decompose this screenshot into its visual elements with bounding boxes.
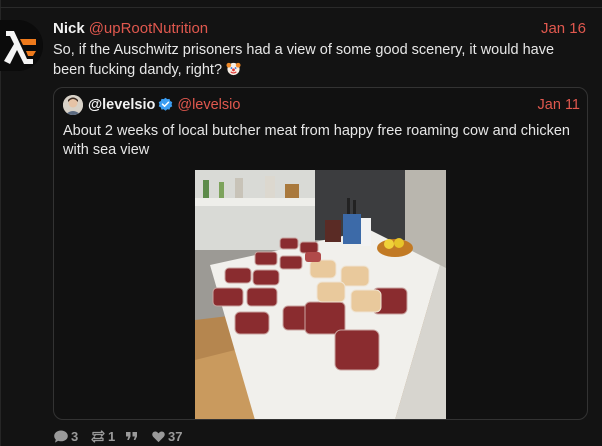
quoted-post-date[interactable]: Jan 11 — [538, 95, 580, 115]
post-date[interactable]: Jan 16 — [541, 19, 586, 39]
like-button[interactable]: 37 — [151, 428, 182, 446]
quote-button[interactable] — [125, 428, 139, 446]
author-handle[interactable]: @upRootNutrition — [89, 20, 208, 37]
reply-bubble-icon — [54, 430, 68, 443]
repost-icon — [91, 430, 105, 443]
quoted-author-avatar[interactable] — [63, 95, 83, 115]
like-count: 37 — [168, 429, 183, 444]
clown-face-icon — [226, 62, 241, 76]
verified-badge-icon — [159, 97, 173, 111]
repost-count: 1 — [108, 429, 116, 444]
author-name[interactable]: Nick — [53, 20, 85, 37]
repost-button[interactable]: 1 — [90, 428, 115, 446]
post-header: Nick @upRootNutrition Jan 16 — [53, 19, 588, 39]
reply-count: 3 — [71, 429, 79, 444]
heart-icon — [152, 431, 165, 443]
lambda-logo-icon — [0, 20, 43, 71]
reply-button[interactable]: 3 — [53, 428, 78, 446]
quoted-author-handle[interactable]: @levelsio — [177, 97, 240, 113]
quoted-author-name[interactable]: @levelsio — [88, 97, 155, 113]
quote-icon — [126, 432, 137, 440]
photo-illustration — [195, 170, 446, 419]
post-text: So, if the Auschwitz prisoners had a vie… — [53, 40, 588, 80]
quoted-post-header: @levelsio @levelsio Jan 11 — [88, 95, 580, 115]
quoted-post-card[interactable]: @levelsio @levelsio Jan 11 About 2 weeks… — [53, 87, 588, 420]
meat-on-kitchen-counter-photo[interactable] — [195, 170, 446, 419]
person-avatar-icon — [63, 95, 83, 115]
author-avatar[interactable] — [0, 20, 43, 71]
post-body: So, if the Auschwitz prisoners had a vie… — [53, 42, 555, 78]
quoted-post-text: About 2 weeks of local butcher meat from… — [63, 123, 570, 158]
post-divider — [0, 7, 602, 8]
